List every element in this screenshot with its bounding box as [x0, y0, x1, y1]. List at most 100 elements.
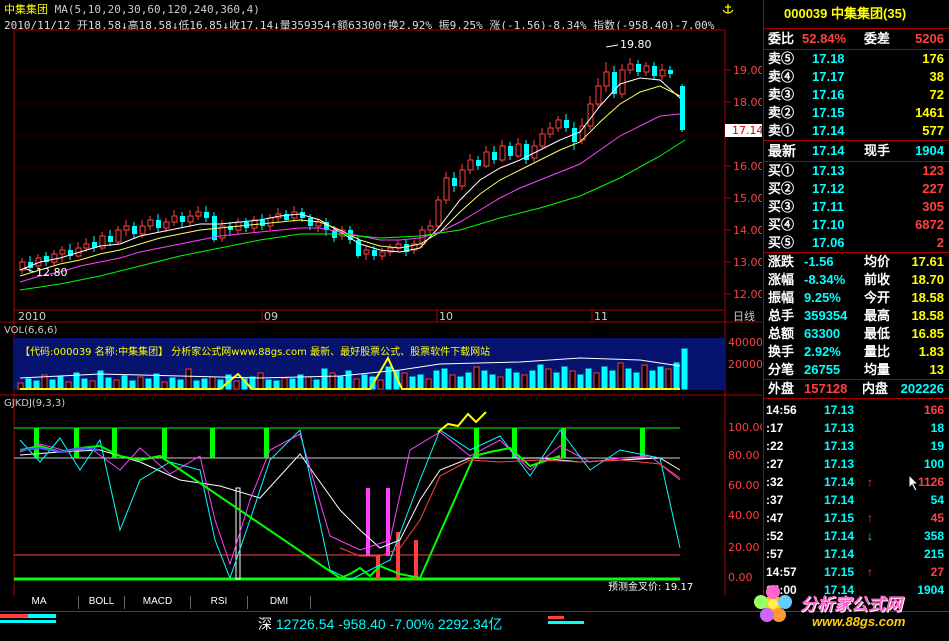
stat-label: 总额 [768, 326, 795, 341]
order-price: 17.14 [812, 123, 845, 138]
tick-price: 17.13 [824, 457, 855, 471]
tick-row: :37 17.14 54 [764, 491, 949, 509]
tick-row: :57 17.14 215 [764, 545, 949, 563]
buy-row: 买② 17.12 227 [764, 180, 949, 198]
stock-num: (35) [883, 6, 907, 21]
order-level-label: 卖① [768, 123, 795, 138]
tick-volume: 166 [923, 403, 944, 417]
tick-price: 17.13 [824, 439, 855, 453]
tick-volume: 18 [930, 421, 944, 435]
high-marker: 19.80 [620, 38, 652, 51]
order-price: 17.11 [812, 199, 844, 214]
tick-row: :22 17.13 19 [764, 437, 949, 455]
tick-volume: 54 [930, 493, 944, 507]
stat-label: 今开 [864, 290, 891, 305]
stat-value: 18.70 [911, 272, 944, 287]
stat-value: 18.58 [911, 290, 944, 305]
svg-text:18.00: 18.00 [733, 96, 762, 109]
tab-boll[interactable]: BOLL [79, 596, 125, 609]
tick-volume: 45 [930, 511, 944, 525]
tick-time: 14:56 [766, 403, 797, 417]
svg-text:12.00: 12.00 [733, 288, 762, 301]
order-volume: 176 [922, 51, 944, 66]
buy-row: 买① 17.13 123 [764, 162, 949, 180]
tick-price: 17.14 [824, 547, 855, 561]
svg-text:10: 10 [439, 310, 453, 323]
stat-label: 量比 [864, 344, 891, 359]
stat-value: 26755 [804, 362, 841, 377]
tab-dmi[interactable]: DMI [248, 596, 311, 609]
ma10-line [19, 85, 681, 277]
buy-row: 买⑤ 17.06 2 [764, 234, 949, 252]
tab-ma[interactable]: MA [0, 596, 79, 609]
kdj-k-line [19, 449, 681, 549]
order-level-label: 卖④ [768, 69, 795, 84]
svg-text:80.00: 80.00 [728, 449, 760, 462]
stat-value: -8.34% [804, 272, 846, 287]
tick-time: :47 [766, 511, 784, 525]
sell-orders: 卖⑤ 17.18 176 卖④ 17.17 38 卖③ 17.16 72 卖② 17.15 1461 卖… [764, 50, 949, 140]
svg-text:13.00: 13.00 [733, 256, 762, 269]
date-axis: 2010 09 10 11 [14, 309, 725, 323]
order-volume: 6872 [915, 217, 944, 232]
stat-label: 涨跌 [768, 254, 795, 269]
tab-rsi[interactable]: RSI [191, 596, 248, 609]
stat-row: 换手 2.92% 量比 1.83 [764, 343, 949, 361]
tab-macd[interactable]: MACD [125, 596, 191, 609]
tick-time: :52 [766, 529, 784, 543]
vol-axis-labels: 400000 200000 [728, 336, 762, 371]
price-axis-labels: 19.00 18.00 16.00 15.00 14.00 13.00 12.0… [733, 64, 762, 301]
svg-text:09: 09 [264, 310, 278, 323]
order-volume: 2 [936, 235, 944, 250]
bar-indicator-left [0, 614, 56, 623]
svg-text:15.00: 15.00 [733, 192, 762, 205]
tick-row: :17 17.13 18 [764, 419, 949, 437]
tick-price: 17.13 [824, 421, 855, 435]
order-level-label: 买④ [768, 217, 795, 232]
ind-axis-labels: 100.00 80.00 60.00 40.00 20.00 0.00 [728, 421, 762, 584]
stats-table: 涨跌 -1.56 均价 17.61 涨幅 -8.34% 前收 18.70 振幅 9.25% 今开 18… [764, 253, 949, 379]
order-level-label: 卖⑤ [768, 51, 795, 66]
index-ticker[interactable]: 深 12726.54 -958.40 -7.00% 2292.34亿 [258, 614, 502, 634]
tick-row: 14:57 17.15 27 ↑ [764, 563, 949, 581]
tick-volume: 215 [923, 547, 944, 561]
order-volume: 1461 [915, 105, 944, 120]
svg-text:2010: 2010 [18, 310, 46, 323]
svg-text:14.00: 14.00 [733, 224, 762, 237]
order-level-label: 买② [768, 181, 795, 196]
tick-row: :27 17.13 100 [764, 455, 949, 473]
order-level-label: 卖② [768, 105, 795, 120]
stat-value: 359354 [804, 308, 848, 323]
stat-row: 振幅 9.25% 今开 18.58 [764, 289, 949, 307]
sell-row: 卖① 17.14 577 [764, 122, 949, 140]
tick-volume: 358 [923, 529, 944, 543]
main-chart[interactable]: 19.80 12.80 19.00 18.00 16.00 15.00 14.0… [0, 0, 762, 596]
stat-label: 均价 [864, 254, 891, 269]
order-price: 17.15 [812, 105, 845, 120]
tick-row: :47 17.15 45 ↑ [764, 509, 949, 527]
stat-label: 最高 [864, 308, 891, 323]
ind-label: GJKDJ(9,3,3) [4, 398, 65, 409]
stat-value: 17.61 [911, 254, 944, 269]
tick-volume: 27 [930, 565, 944, 579]
indicator-tabs: MA BOLL MACD RSI DMI [0, 596, 760, 610]
buy-row: 买③ 17.11 305 [764, 198, 949, 216]
cycle-label[interactable]: 日线 [733, 309, 755, 323]
tick-price: 17.14 [824, 529, 855, 543]
order-level-label: 买⑤ [768, 235, 795, 250]
tick-direction-icon: ↑ [867, 475, 873, 489]
stat-value: 63300 [804, 326, 841, 341]
stat-label: 换手 [768, 344, 795, 359]
order-volume: 123 [922, 163, 944, 178]
quote-panel: 000039 中集集团(35) 委比 52.84% 委差 5206 卖⑤ 17.1… [763, 0, 949, 606]
tick-list[interactable]: 14:56 17.13 166:17 17.13 18:22 17.13 19:27 17.1… [764, 399, 949, 599]
svg-text:40.00: 40.00 [728, 509, 760, 522]
kdj-d-line [19, 431, 681, 566]
stat-label: 振幅 [768, 290, 795, 305]
sell-row: 卖④ 17.17 38 [764, 68, 949, 86]
candlesticks [19, 58, 685, 274]
tick-volume: 19 [930, 439, 944, 453]
stat-value: 2.92% [804, 344, 841, 359]
stat-label: 均量 [864, 362, 891, 377]
tick-price: 17.15 [824, 511, 855, 525]
